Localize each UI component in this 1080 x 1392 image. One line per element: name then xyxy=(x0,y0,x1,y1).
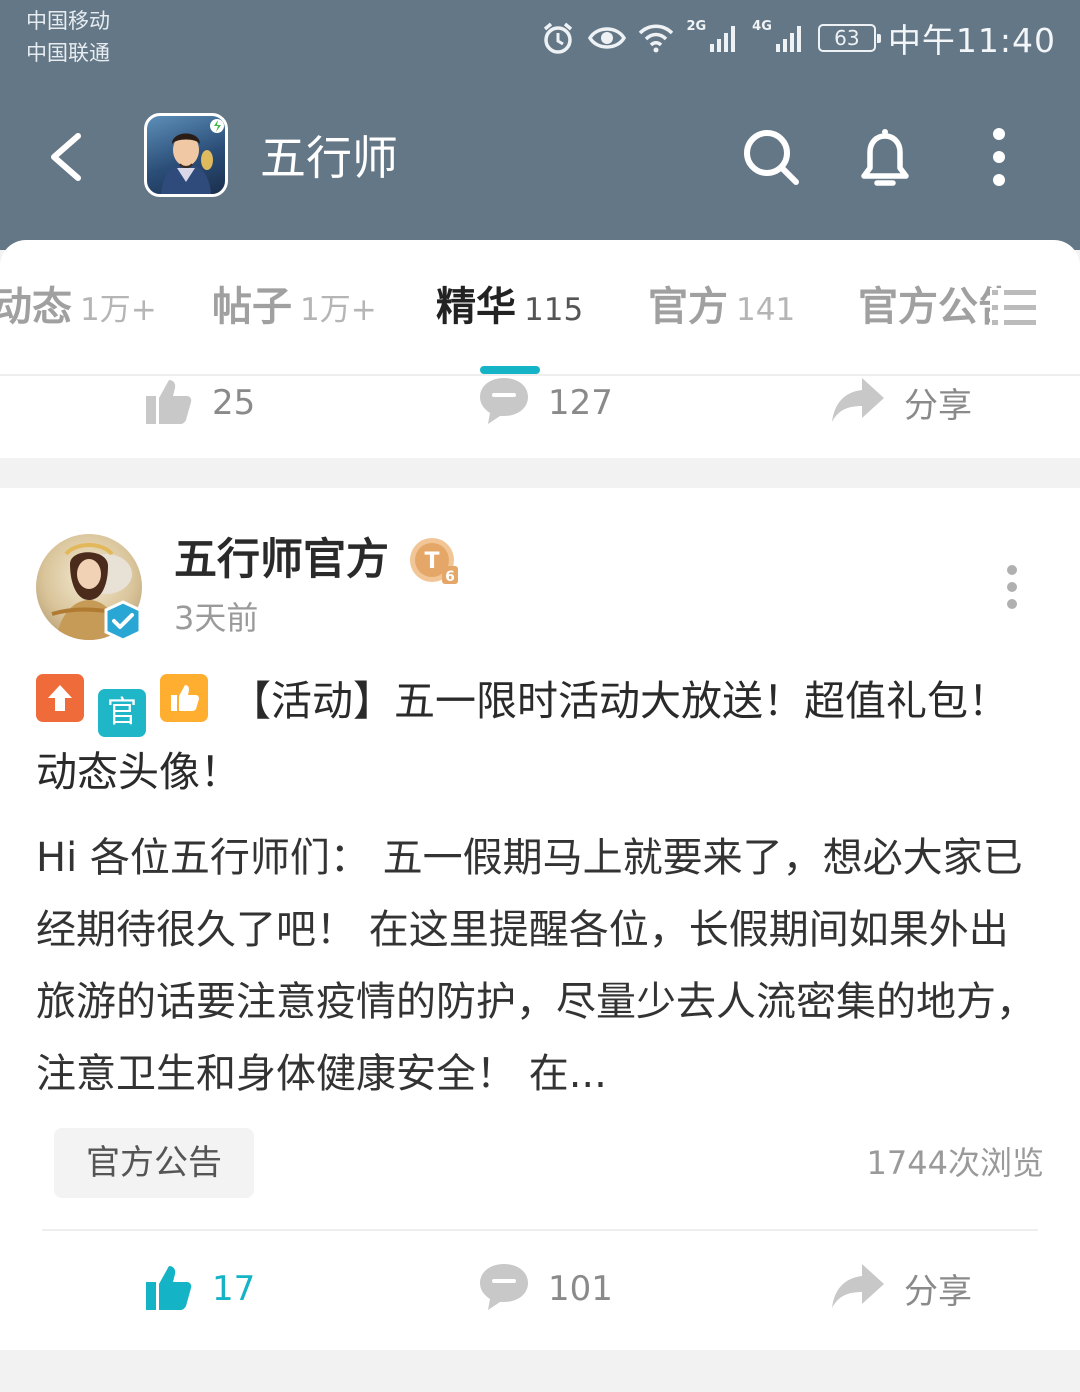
post-time: 3天前 xyxy=(174,599,259,637)
app-title: 五行师 xyxy=(260,131,398,185)
comment-count: 101 xyxy=(548,1269,613,1309)
signal-icon xyxy=(774,22,806,54)
svg-text:6: 6 xyxy=(445,569,455,585)
tab-bar: 动态 1万+ 帖子 1万+ 精华 115 官方 141 官方公告 xyxy=(0,240,1080,376)
app-header: 中国移动 中国联通 2G 4G 63 中午11:40 五行师 xyxy=(0,0,1080,250)
nav-bar: 五行师 xyxy=(0,100,1080,210)
previous-post-actions: 25 127 分享 xyxy=(0,376,1080,458)
tab-active-indicator xyxy=(480,366,540,374)
like-count: 25 xyxy=(212,383,256,423)
official-tag: 官 xyxy=(98,689,146,737)
svg-text:T: T xyxy=(424,549,439,574)
carrier-1: 中国移动 xyxy=(26,9,110,33)
carrier-2: 中国联通 xyxy=(26,41,110,65)
level-badge-icon: T 6 xyxy=(408,536,460,588)
tab-featured[interactable]: 精华 115 xyxy=(436,282,583,340)
comment-button[interactable]: 101 xyxy=(478,1262,613,1316)
share-icon xyxy=(830,376,886,428)
category-tag[interactable]: 官方公告 xyxy=(54,1128,254,1198)
author-name[interactable]: 五行师官方 xyxy=(174,534,389,586)
tab-menu-icon[interactable] xyxy=(990,288,1040,328)
battery-indicator: 63 xyxy=(817,24,881,52)
post-card[interactable]: 五行师官方 T 6 3天前 官 【活动】五一限时活动大放送！超值礼包！动态头像！… xyxy=(0,488,1080,1350)
more-icon[interactable] xyxy=(964,122,1034,192)
verified-badge-icon xyxy=(102,600,144,642)
thumbs-up-icon xyxy=(144,1262,194,1316)
comment-button[interactable]: 127 xyxy=(478,376,613,430)
back-icon[interactable] xyxy=(40,122,96,192)
author-avatar[interactable] xyxy=(36,534,144,642)
post-title[interactable]: 官 【活动】五一限时活动大放送！超值礼包！动态头像！ xyxy=(36,666,1046,807)
bell-icon[interactable] xyxy=(850,122,920,192)
comment-icon xyxy=(478,1262,530,1316)
like-count: 17 xyxy=(212,1269,256,1309)
share-button[interactable]: 分享 xyxy=(830,376,972,428)
status-bar: 中国移动 中国联通 2G 4G 63 中午11:40 xyxy=(0,0,1080,78)
tab-posts[interactable]: 帖子 1万+ xyxy=(212,282,377,340)
share-icon xyxy=(830,1262,886,1314)
eye-icon xyxy=(588,23,627,53)
post-content[interactable]: Hi 各位五行师们： 五一假期马上就要来了，想必大家已经期待很久了吧！ 在这里提… xyxy=(36,822,1048,1110)
status-time: 中午11:40 xyxy=(887,21,1056,60)
tab-official[interactable]: 官方 141 xyxy=(648,282,795,340)
featured-tag-icon xyxy=(160,674,208,722)
alarm-icon xyxy=(540,20,576,56)
share-label: 分享 xyxy=(904,385,972,426)
share-button[interactable]: 分享 xyxy=(830,1262,972,1314)
top-tag-icon xyxy=(36,674,84,722)
network-label-1: 2G xyxy=(686,18,707,34)
network-label-2: 4G xyxy=(752,18,772,34)
post-more-icon[interactable] xyxy=(996,562,1028,612)
like-button[interactable]: 17 xyxy=(144,1262,255,1316)
comment-count: 127 xyxy=(548,383,613,423)
like-button[interactable]: 25 xyxy=(144,376,255,430)
share-label: 分享 xyxy=(904,1271,972,1312)
tab-dynamic[interactable]: 动态 1万+ xyxy=(0,282,157,340)
app-icon[interactable] xyxy=(144,113,228,197)
comment-icon xyxy=(478,376,530,430)
wifi-icon xyxy=(638,23,674,53)
search-icon[interactable] xyxy=(736,122,806,192)
view-count: 1744次浏览 xyxy=(866,1144,1044,1182)
signal-icon xyxy=(708,22,740,54)
thumbs-up-icon xyxy=(144,376,194,430)
divider xyxy=(42,1229,1038,1231)
